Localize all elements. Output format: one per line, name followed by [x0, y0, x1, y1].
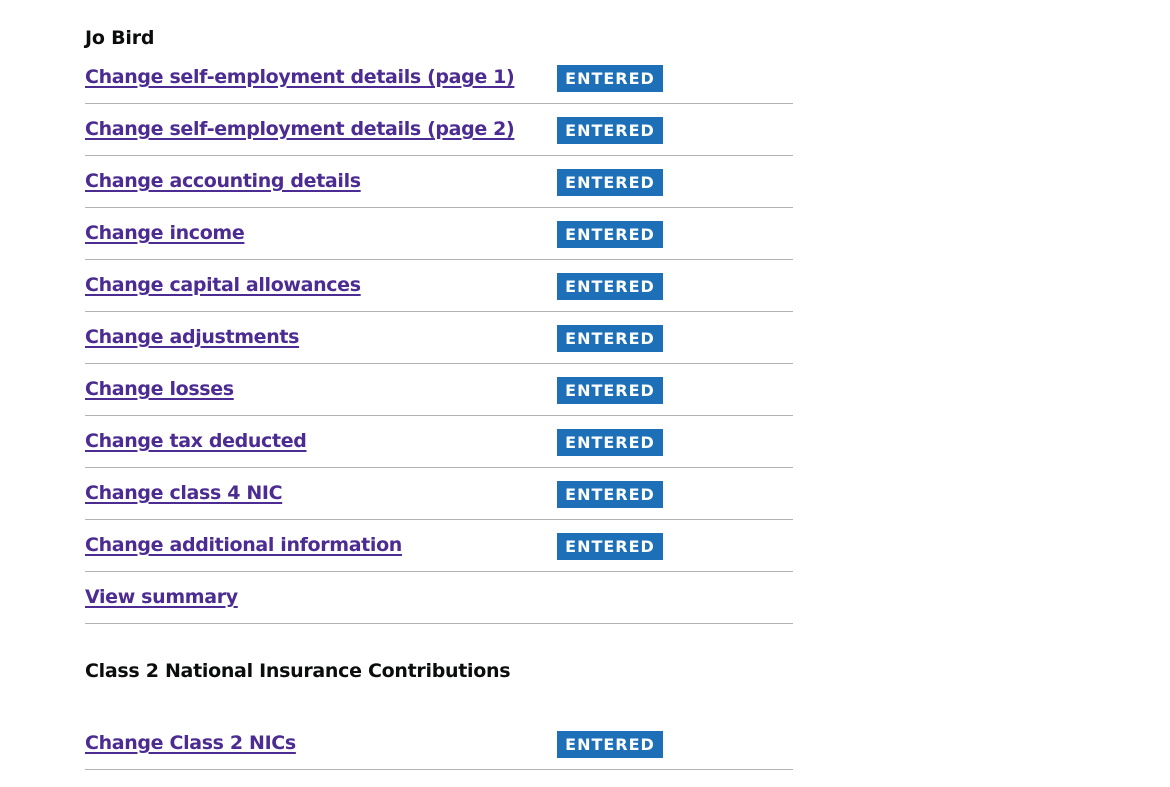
change-self-employment-details-page-2-link[interactable]: Change self-employment details (page 2)	[85, 117, 515, 142]
task-row: Change tax deducted ENTERED	[85, 416, 793, 468]
status-tag: ENTERED	[557, 429, 663, 456]
task-row: Change capital allowances ENTERED	[85, 260, 793, 312]
task-row: Change income ENTERED	[85, 208, 793, 260]
task-row: View summary	[85, 572, 793, 624]
change-tax-deducted-link[interactable]: Change tax deducted	[85, 429, 307, 454]
task-row: Change adjustments ENTERED	[85, 312, 793, 364]
status-tag: ENTERED	[557, 273, 663, 300]
task-row: Change self-employment details (page 2) …	[85, 104, 793, 156]
status-tag: ENTERED	[557, 169, 663, 196]
change-capital-allowances-link[interactable]: Change capital allowances	[85, 273, 361, 298]
task-row: Change accounting details ENTERED	[85, 156, 793, 208]
task-row: Change losses ENTERED	[85, 364, 793, 416]
task-list-class-2-nic: Change Class 2 NICs ENTERED	[85, 718, 793, 770]
status-tag: ENTERED	[557, 377, 663, 404]
task-row: Change Class 2 NICs ENTERED	[85, 718, 793, 770]
view-summary-link[interactable]: View summary	[85, 585, 238, 610]
status-tag: ENTERED	[557, 221, 663, 248]
status-tag: ENTERED	[557, 65, 663, 92]
section-heading-class-2-nic: Class 2 National Insurance Contributions	[85, 660, 511, 682]
change-additional-information-link[interactable]: Change additional information	[85, 533, 402, 558]
status-tag: ENTERED	[557, 731, 663, 758]
section-heading-person: Jo Bird	[85, 27, 155, 49]
task-row: Change class 4 NIC ENTERED	[85, 468, 793, 520]
change-class-2-nics-link[interactable]: Change Class 2 NICs	[85, 731, 296, 756]
status-tag: ENTERED	[557, 325, 663, 352]
status-tag: ENTERED	[557, 117, 663, 144]
task-list-self-employment: Change self-employment details (page 1) …	[85, 52, 793, 624]
change-class-4-nic-link[interactable]: Change class 4 NIC	[85, 481, 283, 506]
change-losses-link[interactable]: Change losses	[85, 377, 234, 402]
status-tag: ENTERED	[557, 533, 663, 560]
change-income-link[interactable]: Change income	[85, 221, 245, 246]
change-self-employment-details-page-1-link[interactable]: Change self-employment details (page 1)	[85, 65, 515, 90]
task-row: Change self-employment details (page 1) …	[85, 52, 793, 104]
status-tag: ENTERED	[557, 481, 663, 508]
change-adjustments-link[interactable]: Change adjustments	[85, 325, 299, 350]
task-row: Change additional information ENTERED	[85, 520, 793, 572]
change-accounting-details-link[interactable]: Change accounting details	[85, 169, 361, 194]
